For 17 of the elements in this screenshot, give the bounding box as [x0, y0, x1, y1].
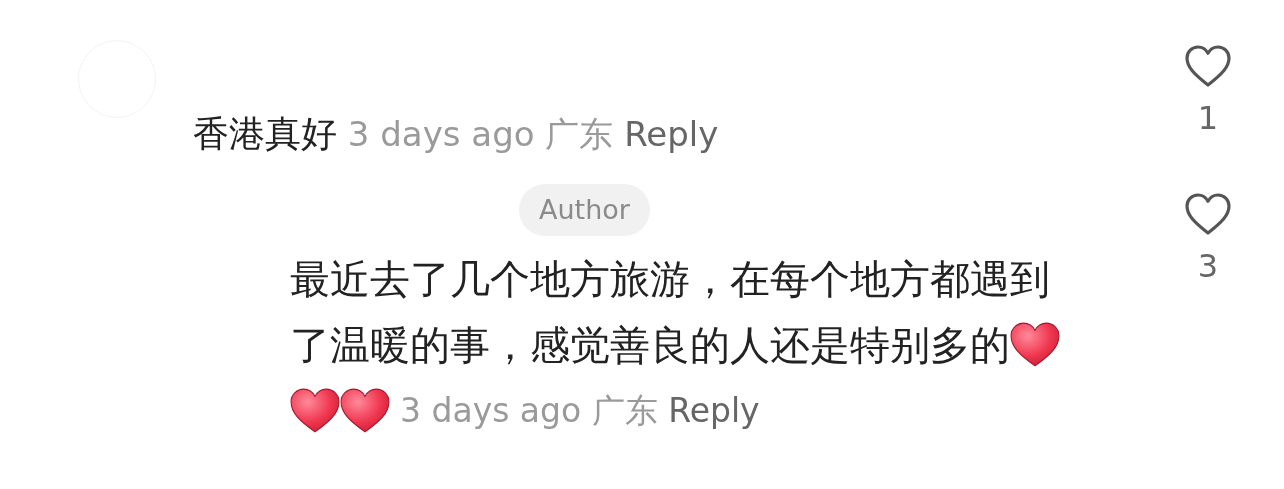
comment-location: 广东: [545, 114, 614, 154]
comment-text-line: 了温暖的事，感觉善良的人还是特别多的: [290, 321, 1010, 370]
like-count: 3: [1197, 250, 1219, 282]
heart-emoji-icon: [1010, 322, 1060, 368]
author-badge: Author: [519, 184, 650, 236]
reply-link[interactable]: Reply: [624, 114, 719, 154]
comment-location: 广东: [591, 391, 658, 430]
like-heart-icon[interactable]: [1184, 192, 1232, 236]
like-count: 1: [1197, 102, 1219, 134]
comment-time: 3 days ago: [400, 391, 582, 430]
heart-emoji-icon: [290, 388, 340, 434]
comment-time: 3 days ago: [347, 114, 535, 154]
like-heart-icon[interactable]: [1184, 44, 1232, 88]
commenter-name[interactable]: 香港真好: [193, 113, 337, 154]
comment-text-line: 最近去了几个地方旅游，在每个地方都遇到: [290, 255, 1050, 304]
reply-link[interactable]: Reply: [668, 391, 760, 430]
heart-emoji-icon: [340, 388, 390, 434]
